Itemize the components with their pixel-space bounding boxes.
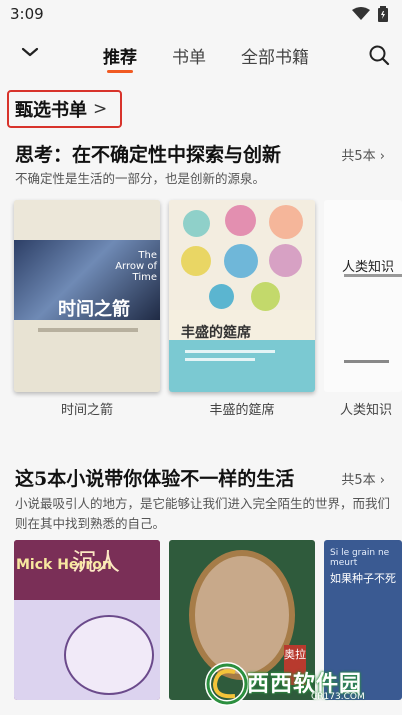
- featured-booklists-link[interactable]: 甄选书单 >: [7, 90, 122, 128]
- section-description: 不确定性是生活的一部分，也是创新的源泉。: [15, 171, 266, 186]
- cover-english-title: The Arrow of Time: [115, 250, 157, 283]
- chevron-right-icon: >: [93, 99, 108, 119]
- tab-recommend[interactable]: 推荐: [103, 43, 137, 68]
- section-count: 共5本: [341, 473, 376, 488]
- section-title[interactable]: 思考：在不确定性中探索与创新: [15, 140, 281, 167]
- book-cover[interactable]: 丰盛的筵席: [169, 200, 315, 392]
- book-title[interactable]: 时间之箭: [14, 399, 160, 418]
- cover-chinese-title: 时间之箭: [58, 299, 130, 320]
- cover-chinese-title: 人类知识: [342, 260, 395, 275]
- battery-icon: [378, 6, 388, 22]
- book-title[interactable]: 人类知识: [324, 399, 402, 418]
- book-title[interactable]: 丰盛的筵席: [169, 399, 315, 418]
- section-count-link[interactable]: 共5本 ›: [341, 145, 385, 164]
- status-bar: 3:09: [0, 0, 402, 30]
- cover-chinese-title: 沉人: [72, 548, 120, 576]
- featured-title: 甄选书单: [15, 100, 87, 121]
- book-cover[interactable]: The Arrow of Time 时间之箭: [14, 200, 160, 392]
- search-icon[interactable]: [368, 44, 390, 66]
- section-description: 小说最吸引人的地方，是它能够让我们进入完全陌生的世界，而我们则在其中找到熟悉的自…: [15, 496, 391, 531]
- section-title[interactable]: 这5本小说带你体验不一样的生活: [15, 464, 294, 491]
- section-count: 共5本: [341, 149, 376, 164]
- tab-booklists[interactable]: 书单: [172, 43, 206, 68]
- cover-chinese-title: 如果种子不死: [330, 572, 396, 585]
- cover-english-title: Si le grain ne meurt: [330, 548, 390, 568]
- status-icons: [352, 6, 388, 22]
- chevron-down-icon[interactable]: [18, 40, 42, 64]
- wifi-icon: [352, 7, 370, 20]
- tab-all-books[interactable]: 全部书籍: [241, 43, 309, 68]
- book-cover[interactable]: Mick Herron 沉人: [14, 540, 160, 700]
- top-navigation: 推荐 书单 全部书籍: [0, 36, 402, 76]
- status-time: 3:09: [10, 5, 44, 23]
- active-tab-indicator: [107, 70, 133, 73]
- site-watermark: 西西软件园 CR173.COM: [205, 660, 391, 708]
- cover-chinese-title: 丰盛的筵席: [181, 325, 251, 341]
- chevron-right-icon: ›: [379, 149, 385, 164]
- section-count-link[interactable]: 共5本 ›: [341, 469, 385, 488]
- book-cover[interactable]: 人类知识: [324, 200, 402, 392]
- chevron-right-icon: ›: [379, 473, 385, 488]
- watermark-url: CR173.COM: [311, 692, 365, 702]
